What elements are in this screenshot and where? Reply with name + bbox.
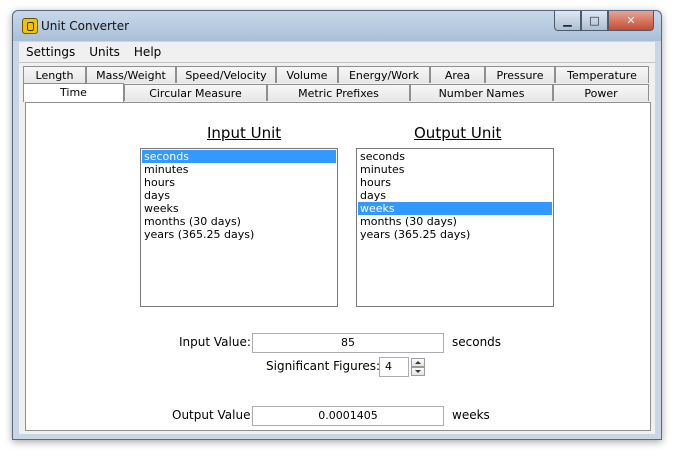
tab-number-names[interactable]: Number Names (410, 84, 553, 101)
tab-circular-measure[interactable]: Circular Measure (124, 84, 267, 101)
tab-energy-work[interactable]: Energy/Work (338, 66, 430, 83)
tab-temperature[interactable]: Temperature (555, 66, 649, 83)
tab-speed-velocity[interactable]: Speed/Velocity (176, 66, 276, 83)
menu-settings[interactable]: Settings (19, 45, 82, 59)
significant-figures-label: Significant Figures: (266, 359, 381, 373)
output-value-field[interactable]: 0.0001405 (252, 406, 444, 426)
time-panel: Input Unit Output Unit seconds minutes h… (25, 102, 651, 431)
menu-bar: Settings Units Help (19, 42, 655, 62)
tab-pressure[interactable]: Pressure (485, 66, 555, 83)
input-value-field[interactable]: 85 (252, 333, 444, 353)
tab-metric-prefixes[interactable]: Metric Prefixes (267, 84, 410, 101)
spin-up-button[interactable] (411, 358, 425, 367)
list-item[interactable]: minutes (358, 163, 552, 176)
list-item[interactable]: hours (142, 176, 336, 189)
tab-area[interactable]: Area (430, 66, 485, 83)
input-unit-list[interactable]: seconds minutes hours days weeks months … (140, 148, 338, 307)
list-item[interactable]: seconds (142, 150, 336, 163)
close-button[interactable]: ✕ (608, 11, 654, 31)
app-icon (22, 18, 38, 34)
output-unit-heading: Output Unit (414, 124, 502, 142)
close-icon: ✕ (626, 14, 636, 27)
list-item[interactable]: minutes (142, 163, 336, 176)
maximize-icon: □ (589, 14, 600, 27)
list-item[interactable]: days (142, 189, 336, 202)
list-item[interactable]: hours (358, 176, 552, 189)
client-area: Length Mass/Weight Speed/Velocity Volume… (19, 62, 655, 434)
title-bar[interactable]: Unit Converter ▁ □ ✕ (13, 11, 661, 41)
minimize-button[interactable]: ▁ (554, 11, 581, 31)
list-item[interactable]: months (30 days) (142, 215, 336, 228)
output-unit-list[interactable]: seconds minutes hours days weeks months … (356, 148, 554, 307)
list-item[interactable]: weeks (358, 202, 552, 215)
significant-figures-input[interactable]: 4 (379, 357, 409, 377)
list-item[interactable]: weeks (142, 202, 336, 215)
tab-time[interactable]: Time (23, 83, 124, 102)
menu-units[interactable]: Units (82, 45, 127, 59)
window-title: Unit Converter (41, 19, 130, 33)
output-value-label: Output Value: (172, 408, 255, 422)
list-item[interactable]: years (365.25 days) (358, 228, 552, 241)
input-value-label: Input Value: (179, 335, 251, 349)
output-value-unit: weeks (452, 408, 490, 422)
minimize-icon: ▁ (563, 14, 572, 27)
input-value-unit: seconds (452, 335, 502, 349)
list-item[interactable]: months (30 days) (358, 215, 552, 228)
menu-help[interactable]: Help (127, 45, 168, 59)
tab-volume[interactable]: Volume (276, 66, 338, 83)
app-window: Unit Converter ▁ □ ✕ Settings Units Help… (12, 10, 662, 440)
input-unit-heading: Input Unit (207, 124, 282, 142)
tab-length[interactable]: Length (23, 66, 86, 83)
spin-down-button[interactable] (411, 367, 425, 376)
tab-power[interactable]: Power (553, 84, 649, 101)
list-item[interactable]: days (358, 189, 552, 202)
maximize-button[interactable]: □ (581, 11, 608, 31)
tab-mass-weight[interactable]: Mass/Weight (86, 66, 176, 83)
list-item[interactable]: seconds (358, 150, 552, 163)
list-item[interactable]: years (365.25 days) (142, 228, 336, 241)
